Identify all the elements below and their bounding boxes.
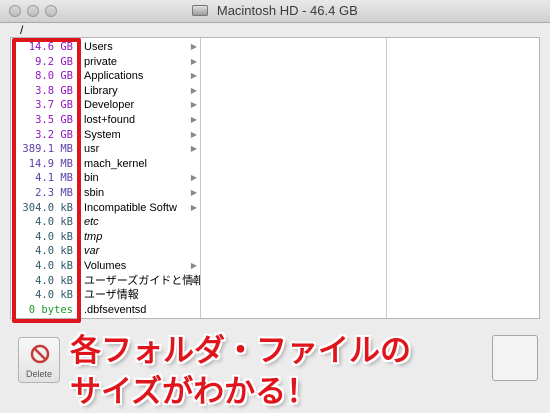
disclosure-arrow-icon: ▶: [190, 144, 197, 154]
window-title: Macintosh HD - 46.4 GB: [216, 3, 358, 18]
disclosure-arrow-icon: ▶: [190, 56, 197, 66]
file-name: ユーザーズガイドと情報: [84, 274, 200, 287]
file-name: Volumes: [84, 259, 127, 272]
preview-box: [492, 335, 538, 381]
file-row[interactable]: Users ▶: [83, 40, 200, 55]
file-row[interactable]: bin ▶: [83, 171, 200, 186]
column-browser: 14.6 GB 9.2 GB 8.0 GB 3.8 GB 3.7 GB 3.5 GB 3.2…: [10, 37, 540, 319]
file-row[interactable]: ユーザ情報: [83, 288, 200, 303]
empty-column-2[interactable]: [201, 38, 387, 318]
file-name: Applications: [84, 70, 144, 83]
file-row[interactable]: etc: [83, 215, 200, 230]
file-name: ユーザ情報: [84, 289, 139, 302]
file-row[interactable]: ユーザーズガイドと情報 ▶: [83, 274, 200, 289]
file-name: usr: [84, 143, 100, 156]
size-highlight-frame: [12, 38, 81, 323]
delete-label: Delete: [25, 369, 52, 379]
file-name: Incompatible Softw: [84, 201, 177, 214]
file-name: private: [84, 55, 118, 68]
current-path: /: [20, 23, 24, 37]
file-row[interactable]: Developer ▶: [83, 98, 200, 113]
empty-column-3[interactable]: [387, 38, 539, 318]
file-row[interactable]: lost+found ▶: [83, 113, 200, 128]
file-name: System: [84, 128, 121, 141]
file-row[interactable]: Incompatible Softw ▶: [83, 201, 200, 216]
file-row[interactable]: System ▶: [83, 128, 200, 143]
annotation-line-1: 各フォルダ・ファイルの: [70, 333, 411, 369]
file-row[interactable]: .dbfseventsd: [83, 303, 200, 318]
file-name: lost+found: [84, 113, 136, 126]
disclosure-arrow-icon: ▶: [190, 114, 197, 124]
disclosure-arrow-icon: ▶: [190, 85, 197, 95]
file-row[interactable]: Applications ▶: [83, 69, 200, 84]
file-name: Users: [84, 41, 113, 53]
disclosure-arrow-icon: ▶: [190, 202, 197, 212]
file-name: mach_kernel: [84, 157, 147, 170]
file-name: var: [84, 245, 100, 258]
hard-disk-icon: [192, 5, 209, 16]
disclosure-arrow-icon: ▶: [190, 129, 197, 139]
file-name: etc: [84, 216, 99, 229]
file-row[interactable]: tmp: [83, 230, 200, 245]
disclosure-arrow-icon: ▶: [190, 260, 197, 270]
file-row[interactable]: mach_kernel: [83, 157, 200, 172]
file-row[interactable]: var: [83, 244, 200, 259]
disclosure-arrow-icon: ▶: [190, 42, 197, 51]
title-bar: Macintosh HD - 46.4 GB: [0, 0, 550, 23]
disclosure-arrow-icon: ▶: [190, 100, 197, 110]
file-row[interactable]: Library ▶: [83, 84, 200, 99]
file-name: Library: [84, 84, 118, 97]
file-name: .dbfseventsd: [84, 303, 147, 316]
file-row[interactable]: usr ▶: [83, 142, 200, 157]
disclosure-arrow-icon: ▶: [190, 275, 197, 285]
disclosure-arrow-icon: ▶: [190, 71, 197, 81]
file-name: Developer: [84, 99, 135, 112]
file-name: bin: [84, 172, 99, 185]
file-row[interactable]: Volumes ▶: [83, 259, 200, 274]
disclosure-arrow-icon: ▶: [190, 173, 197, 183]
prohibited-icon: [30, 344, 50, 364]
file-name: tmp: [84, 230, 103, 243]
file-row[interactable]: private ▶: [83, 55, 200, 70]
file-row[interactable]: sbin ▶: [83, 186, 200, 201]
file-name: sbin: [84, 186, 105, 199]
annotation-line-2: サイズがわかる！: [70, 374, 318, 410]
delete-button[interactable]: Delete: [18, 337, 60, 383]
disclosure-arrow-icon: ▶: [190, 187, 197, 197]
name-column: Users ▶ private ▶ Applications ▶ Library ▶ Devel…: [83, 38, 201, 318]
